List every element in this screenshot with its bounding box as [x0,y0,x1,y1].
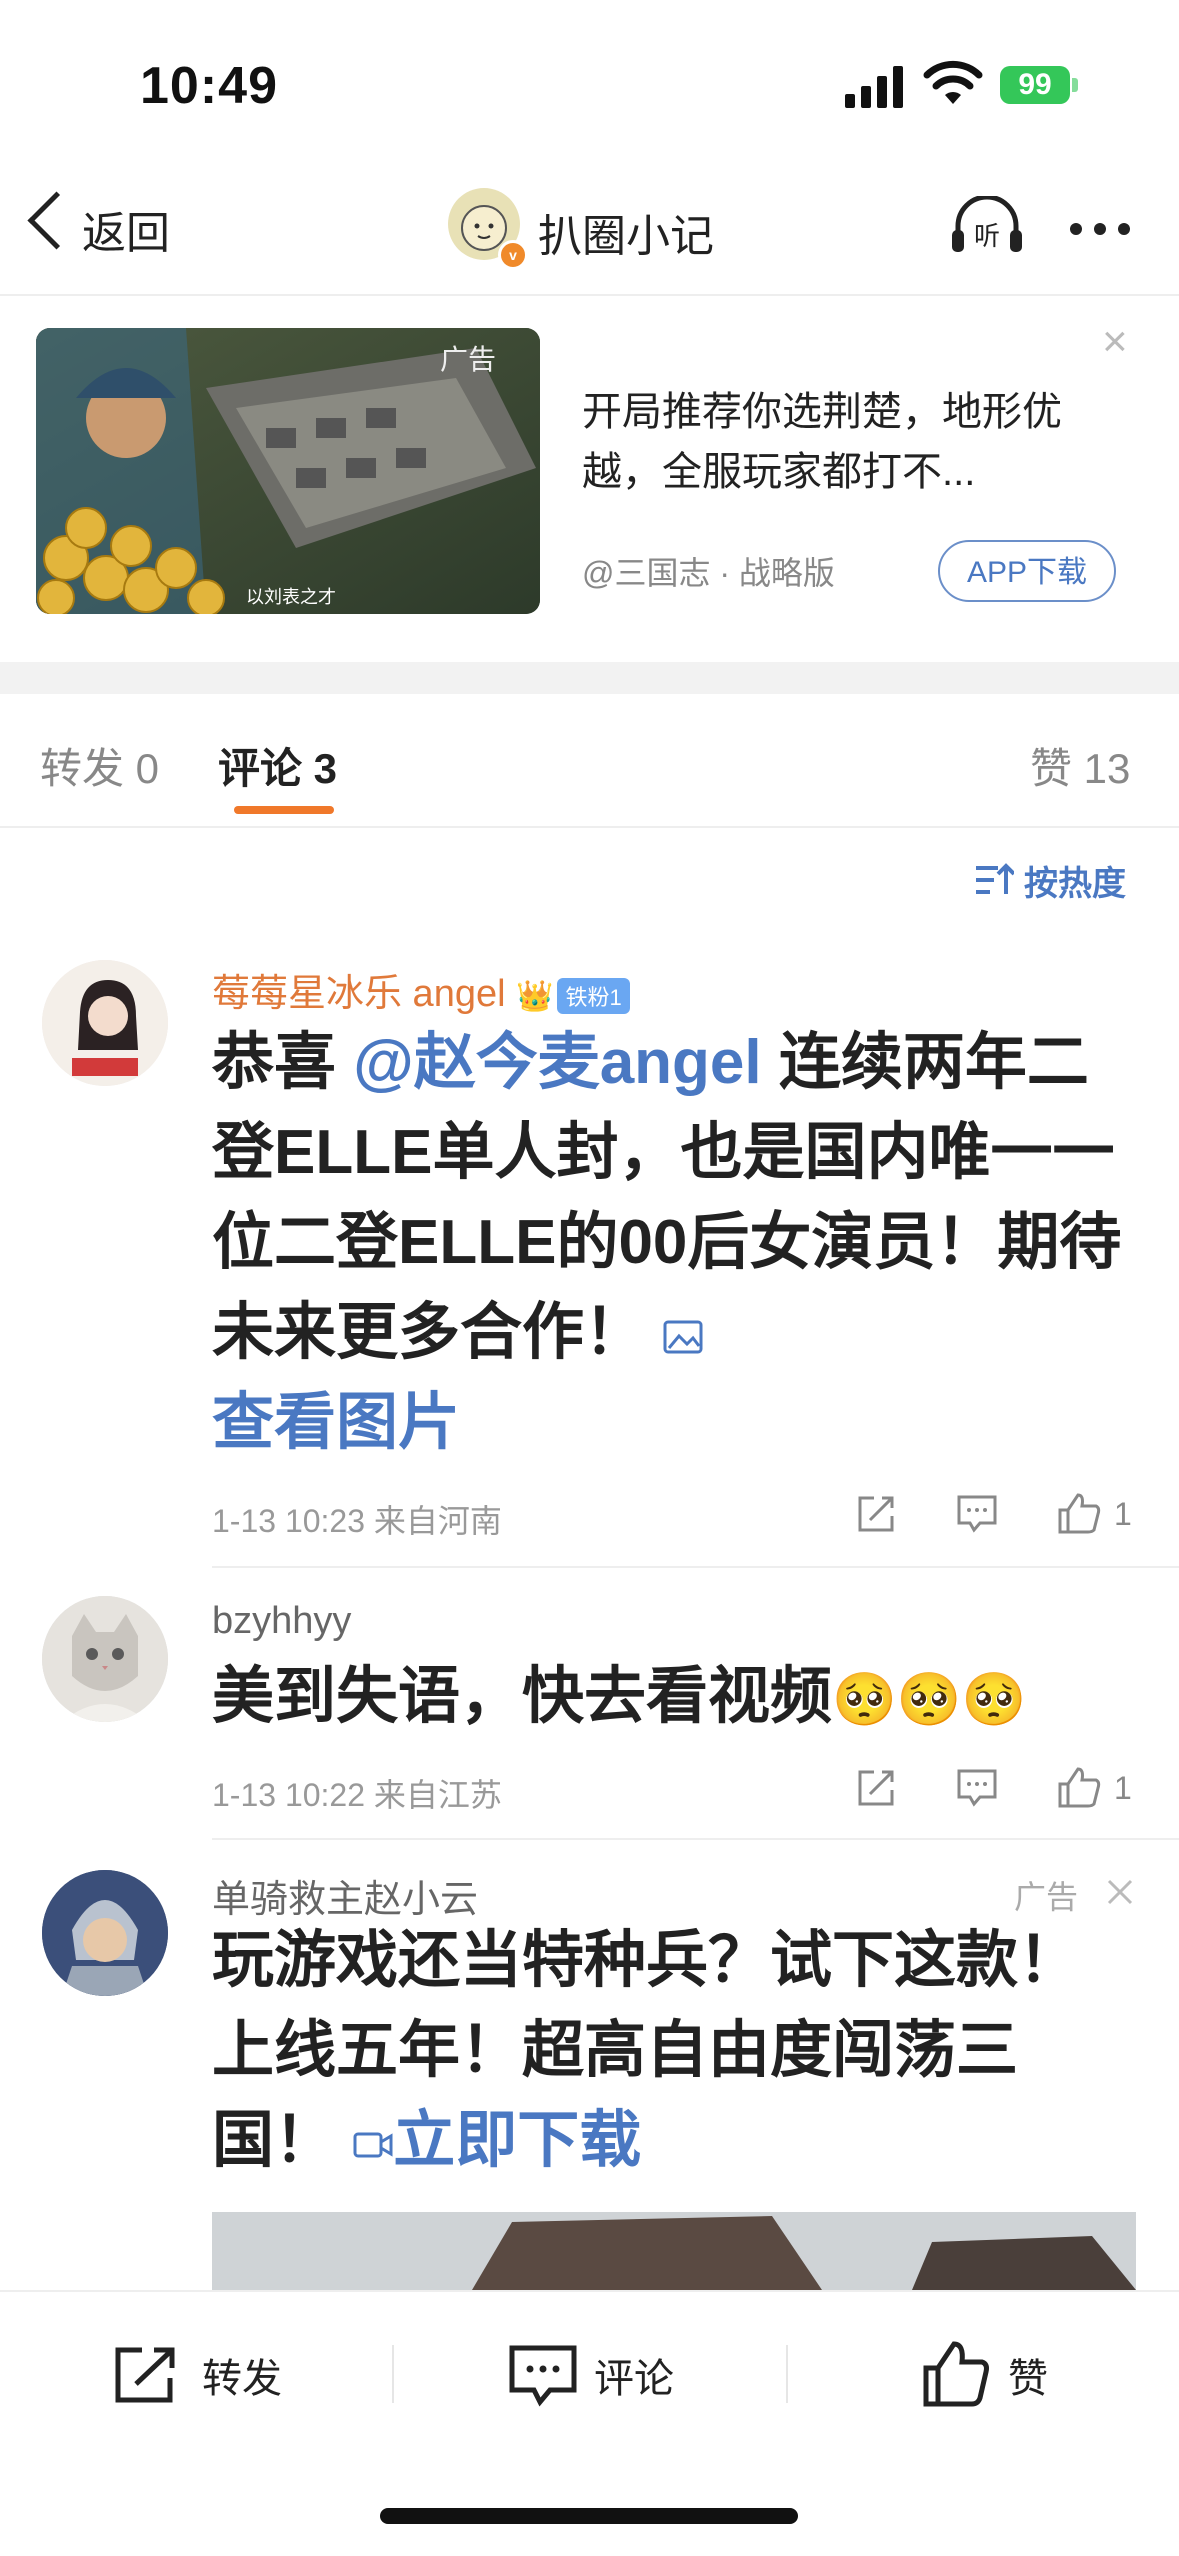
listen-label: 听 [974,222,1000,252]
back-chevron-icon[interactable] [27,191,86,250]
avatar[interactable] [42,960,168,1086]
like-icon[interactable] [922,2340,992,2408]
home-indicator [380,2508,798,2524]
verified-badge-icon: v [498,240,528,270]
ad-text[interactable]: 开局推荐你选荆楚，地形优越，全服玩家都打不... [582,382,1122,502]
divider [212,1838,1179,1840]
comment-body: 玩游戏还当特种兵？试下这款！上线五年！超高自由度闯荡三国！ [212,1926,1081,2175]
sort-icon[interactable] [974,862,1014,898]
ad-tag: 广告 [1014,1879,1079,1915]
comment-body: 美到失语，快去看视频 [212,1662,833,1731]
crown-icon: 👑 [516,980,554,1013]
repost-button[interactable]: 转发 [202,2346,282,2404]
battery-tip [1072,78,1078,92]
tab-comments[interactable]: 评论 3 [218,735,337,796]
wifi-icon [923,60,983,104]
divider [0,2290,1179,2292]
comment-prefix: 恭喜 [212,1028,354,1097]
active-tab-indicator [234,806,334,814]
commenter-name-text: 莓莓星冰乐 angel [212,973,506,1015]
repost-icon[interactable] [112,2344,182,2406]
more-options-icon[interactable] [1070,222,1142,240]
ad-close-icon[interactable] [1106,1878,1134,1906]
view-image-link[interactable]: 查看图片 [212,1388,460,1457]
comment-meta: 1-13 10:22 来自江苏 [212,1777,502,1813]
commenter-name[interactable]: 单骑救主赵小云 [212,1868,478,1923]
video-icon [353,2132,393,2158]
avatar[interactable] [42,1596,168,1722]
image-icon [663,1320,703,1354]
separator [786,2345,788,2403]
tab-likes[interactable]: 赞 13 [1030,735,1130,796]
divider [212,1566,1179,1568]
ad-image-caption: 以刘表之才 [246,587,336,608]
comment-button[interactable]: 评论 [594,2346,674,2404]
repost-icon[interactable] [856,1494,896,1534]
comment-text: 恭喜 @赵今麦angel 连续两年二登ELLE单人封，也是国内唯一一位二登ELL… [212,1018,1132,1468]
reply-icon[interactable] [956,1494,998,1534]
pleading-emoji-icon: 🥺🥺🥺 [832,1671,1027,1729]
comment-meta: 1-13 10:23 来自河南 [212,1503,502,1539]
cellular-signal-icon [845,64,905,108]
like-count: 1 [1114,1770,1132,1806]
comment-icon[interactable] [508,2344,578,2408]
sort-by-heat-button[interactable]: 按热度 [1024,856,1126,905]
ad-tag: 广告 [440,344,497,375]
tab-reposts[interactable]: 转发 0 [40,735,159,796]
like-count: 1 [1114,1496,1132,1532]
page-title[interactable]: 扒圈小记 [538,200,714,264]
reply-icon[interactable] [956,1768,998,1808]
comment-text: 美到失语，快去看视频🥺🥺🥺 [212,1652,1132,1745]
like-icon[interactable] [1056,1492,1102,1536]
battery-indicator: 99 [1000,66,1070,104]
listen-headphones-icon[interactable]: 听 [950,196,1024,256]
ad-source[interactable]: @三国志 · 战略版 [582,548,835,594]
divider [0,294,1179,296]
comment-text: 玩游戏还当特种兵？试下这款！上线五年！超高自由度闯荡三国！ 立即下载 [212,1916,1132,2186]
section-separator [0,662,1179,694]
app-download-button[interactable]: APP下载 [938,540,1116,602]
avatar[interactable] [42,1870,168,1996]
repost-icon[interactable] [856,1768,896,1808]
commenter-name[interactable]: 莓莓星冰乐 angel 👑 铁粉1 [212,962,630,1017]
like-icon[interactable] [1056,1766,1102,1810]
back-button[interactable]: 返回 [82,197,170,261]
status-time: 10:49 [140,57,278,115]
like-button[interactable]: 赞 [1008,2346,1048,2404]
download-now-link[interactable]: 立即下载 [393,2106,641,2175]
commenter-name[interactable]: bzyhhyy [212,1600,351,1643]
separator [392,2345,394,2403]
divider [0,826,1179,828]
ad-video-thumbnail[interactable] [212,2212,1136,2290]
fan-badge: 铁粉1 [557,977,630,1014]
mention-link[interactable]: @赵今麦angel [353,1028,761,1097]
ad-close-icon[interactable]: × [1102,320,1128,364]
